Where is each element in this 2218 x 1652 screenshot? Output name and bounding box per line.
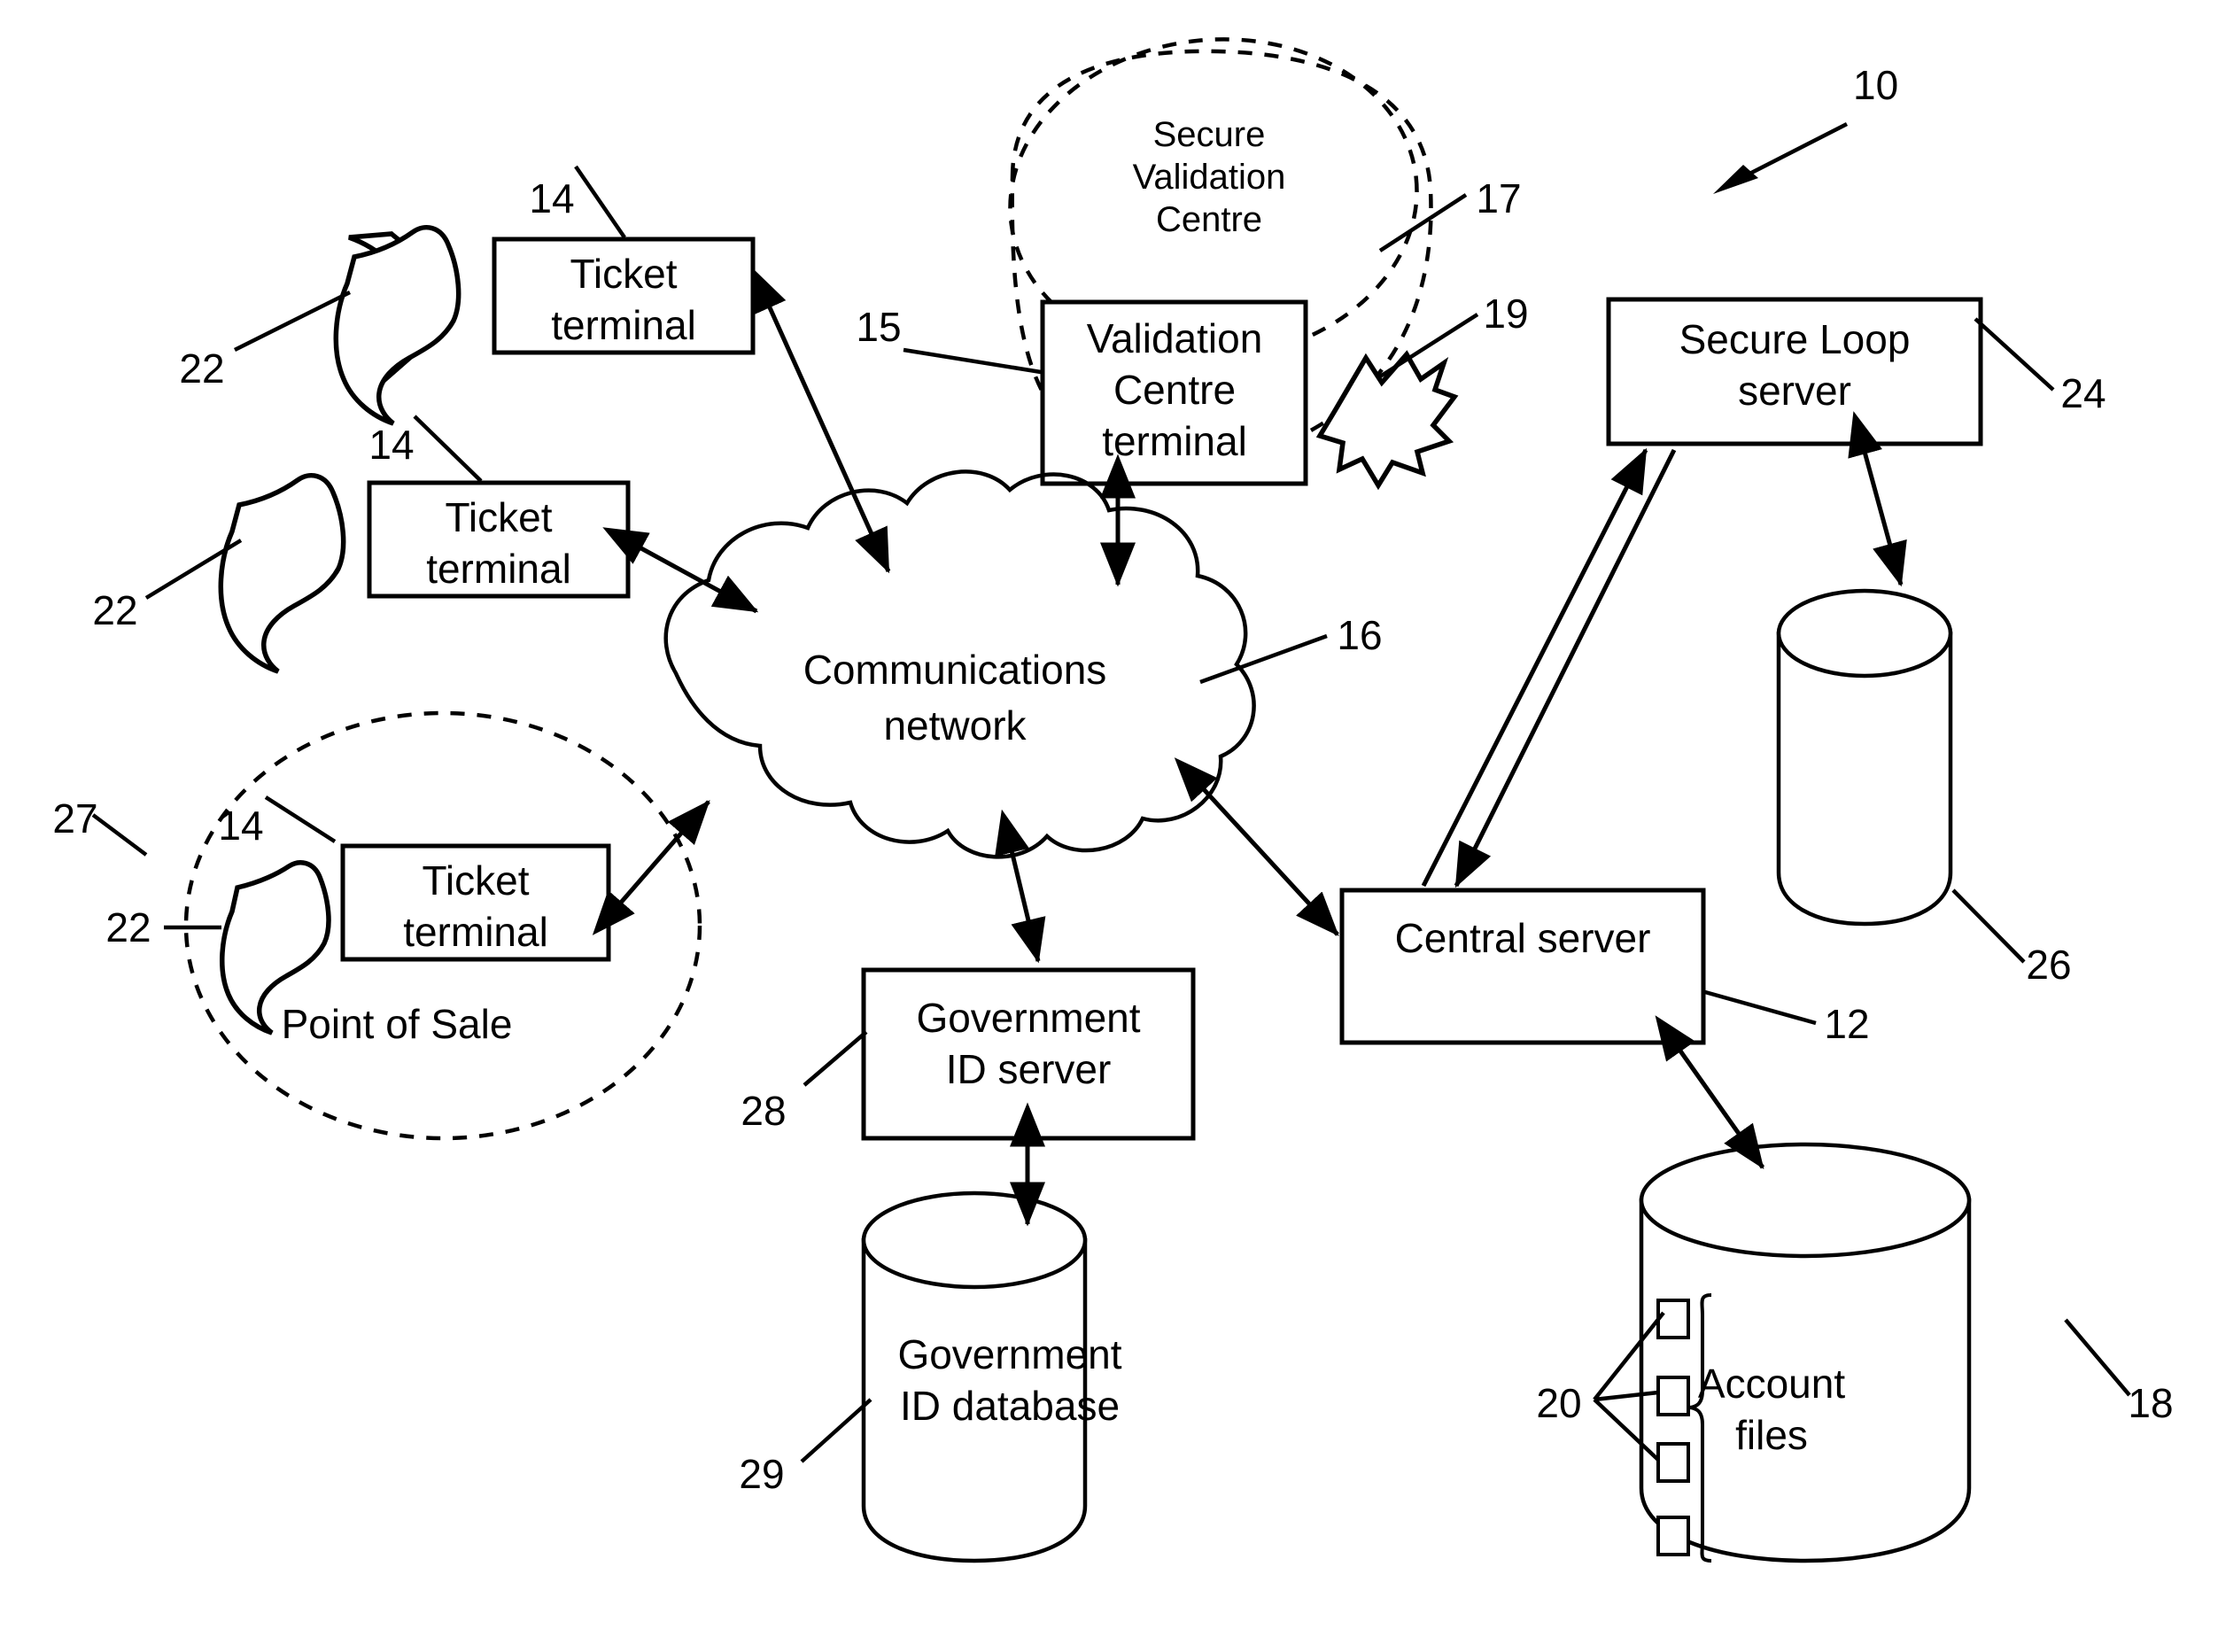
arrow-terminal2-network — [602, 527, 759, 614]
leader-14-pos — [264, 795, 337, 843]
leader-17 — [1378, 193, 1468, 252]
leader-15 — [903, 347, 1042, 375]
arrow-network-centralserver — [1174, 757, 1339, 936]
arrowhead-10 — [1713, 165, 1758, 194]
secure-loop-database — [1776, 588, 1953, 927]
leader-24 — [1974, 317, 2055, 392]
government-id-database-label-line1: Government — [897, 1331, 1121, 1377]
government-id-server-label-line2: ID server — [946, 1046, 1112, 1092]
leader-12 — [1704, 989, 1817, 1026]
ref-num-10: 10 — [1853, 62, 1898, 108]
ticket-terminal-3-label-line2: terminal — [403, 909, 548, 955]
ref-num-26: 26 — [2026, 942, 2071, 988]
central-server[interactable] — [1339, 888, 1706, 1045]
communications-network-label-line2: network — [883, 702, 1027, 748]
leader-16 — [1199, 633, 1328, 685]
validation-centre-terminal-label-line2: Centre — [1113, 367, 1236, 413]
ticket-terminal-2-label-line2: terminal — [426, 546, 571, 592]
government-id-server-label-line1: Government — [916, 995, 1140, 1041]
validation-centre-terminal-label-line1: Validation — [1087, 315, 1263, 361]
ref-num-27: 27 — [52, 795, 97, 842]
secure-loop-server-label-line1: Secure Loop — [1679, 316, 1911, 362]
ref-num-14-top: 14 — [529, 175, 574, 221]
leader-14-top — [574, 165, 626, 239]
account-file-square — [1656, 1516, 1690, 1556]
ref-num-22-top: 22 — [179, 345, 224, 392]
ticket-terminal-2-label-line1: Ticket — [446, 494, 553, 540]
ref-num-12: 12 — [1824, 1001, 1869, 1047]
ref-num-16: 16 — [1337, 612, 1382, 658]
ref-num-14-pos: 14 — [218, 803, 263, 849]
validation-centre-terminal-label-line3: terminal — [1102, 418, 1247, 464]
arrow-centralserver-secureloop-up — [1421, 447, 1648, 888]
point-of-sale-label: Point of Sale — [282, 1001, 513, 1047]
ref-num-14-mid: 14 — [368, 422, 414, 468]
leader-22-top — [233, 290, 352, 353]
account-file-square — [1656, 1299, 1690, 1339]
secure-validation-centre-label-line1: Secure — [1153, 115, 1266, 154]
ref-num-29: 29 — [739, 1451, 784, 1497]
ref-num-20: 20 — [1536, 1380, 1581, 1426]
ref-num-28: 28 — [741, 1088, 786, 1134]
secure-loop-server-label-line2: server — [1738, 368, 1851, 414]
arrow-centralserver-accountdb — [1655, 1015, 1765, 1170]
arrow-secureloop-centralserver-down — [1454, 448, 1677, 888]
ref-num-18: 18 — [2128, 1380, 2173, 1426]
ref-num-22-pos: 22 — [105, 904, 151, 950]
ref-num-15: 15 — [856, 304, 901, 350]
leader-28 — [803, 1030, 868, 1087]
ticket-terminal-1-label-line1: Ticket — [570, 251, 678, 297]
ref-num-22-mid: 22 — [92, 587, 137, 633]
ticket-token-1 — [333, 225, 461, 426]
leader-19 — [1376, 313, 1479, 380]
ref-num-17: 17 — [1476, 175, 1521, 221]
leader-18 — [2064, 1318, 2131, 1397]
account-files-label-line2: files — [1735, 1412, 1808, 1458]
ref-num-19: 19 — [1483, 291, 1528, 337]
account-files-database — [1593, 1142, 1972, 1563]
communications-network-label-line1: Communications — [803, 647, 1107, 693]
leader-26 — [1951, 888, 2026, 964]
leader-29 — [800, 1398, 872, 1463]
leader-14-mid — [413, 415, 483, 483]
account-file-square — [1656, 1376, 1690, 1416]
figure-canvas: Ticket terminal Ticket terminal Ticket t… — [0, 0, 2218, 1652]
arrow-secureloop-db — [1848, 411, 1907, 587]
account-files-label-line1: Account — [1698, 1361, 1845, 1407]
arrow-network-govidserver — [995, 809, 1046, 964]
system-architecture-diagram: Ticket terminal Ticket terminal Ticket t… — [52, 37, 2174, 1563]
ref-num-24: 24 — [2060, 370, 2106, 416]
leader-27 — [91, 813, 148, 857]
ticket-terminal-1-label-line2: terminal — [551, 302, 696, 348]
account-file-square — [1656, 1442, 1690, 1483]
ticket-terminal-3-label-line1: Ticket — [423, 857, 530, 904]
ticket-token-2 — [218, 473, 346, 674]
central-server-label: Central server — [1395, 915, 1651, 961]
government-id-database-label-line2: ID database — [900, 1383, 1120, 1429]
secure-validation-centre-label-line2: Validation — [1133, 158, 1286, 197]
secure-validation-centre-label-line3: Centre — [1156, 200, 1262, 239]
